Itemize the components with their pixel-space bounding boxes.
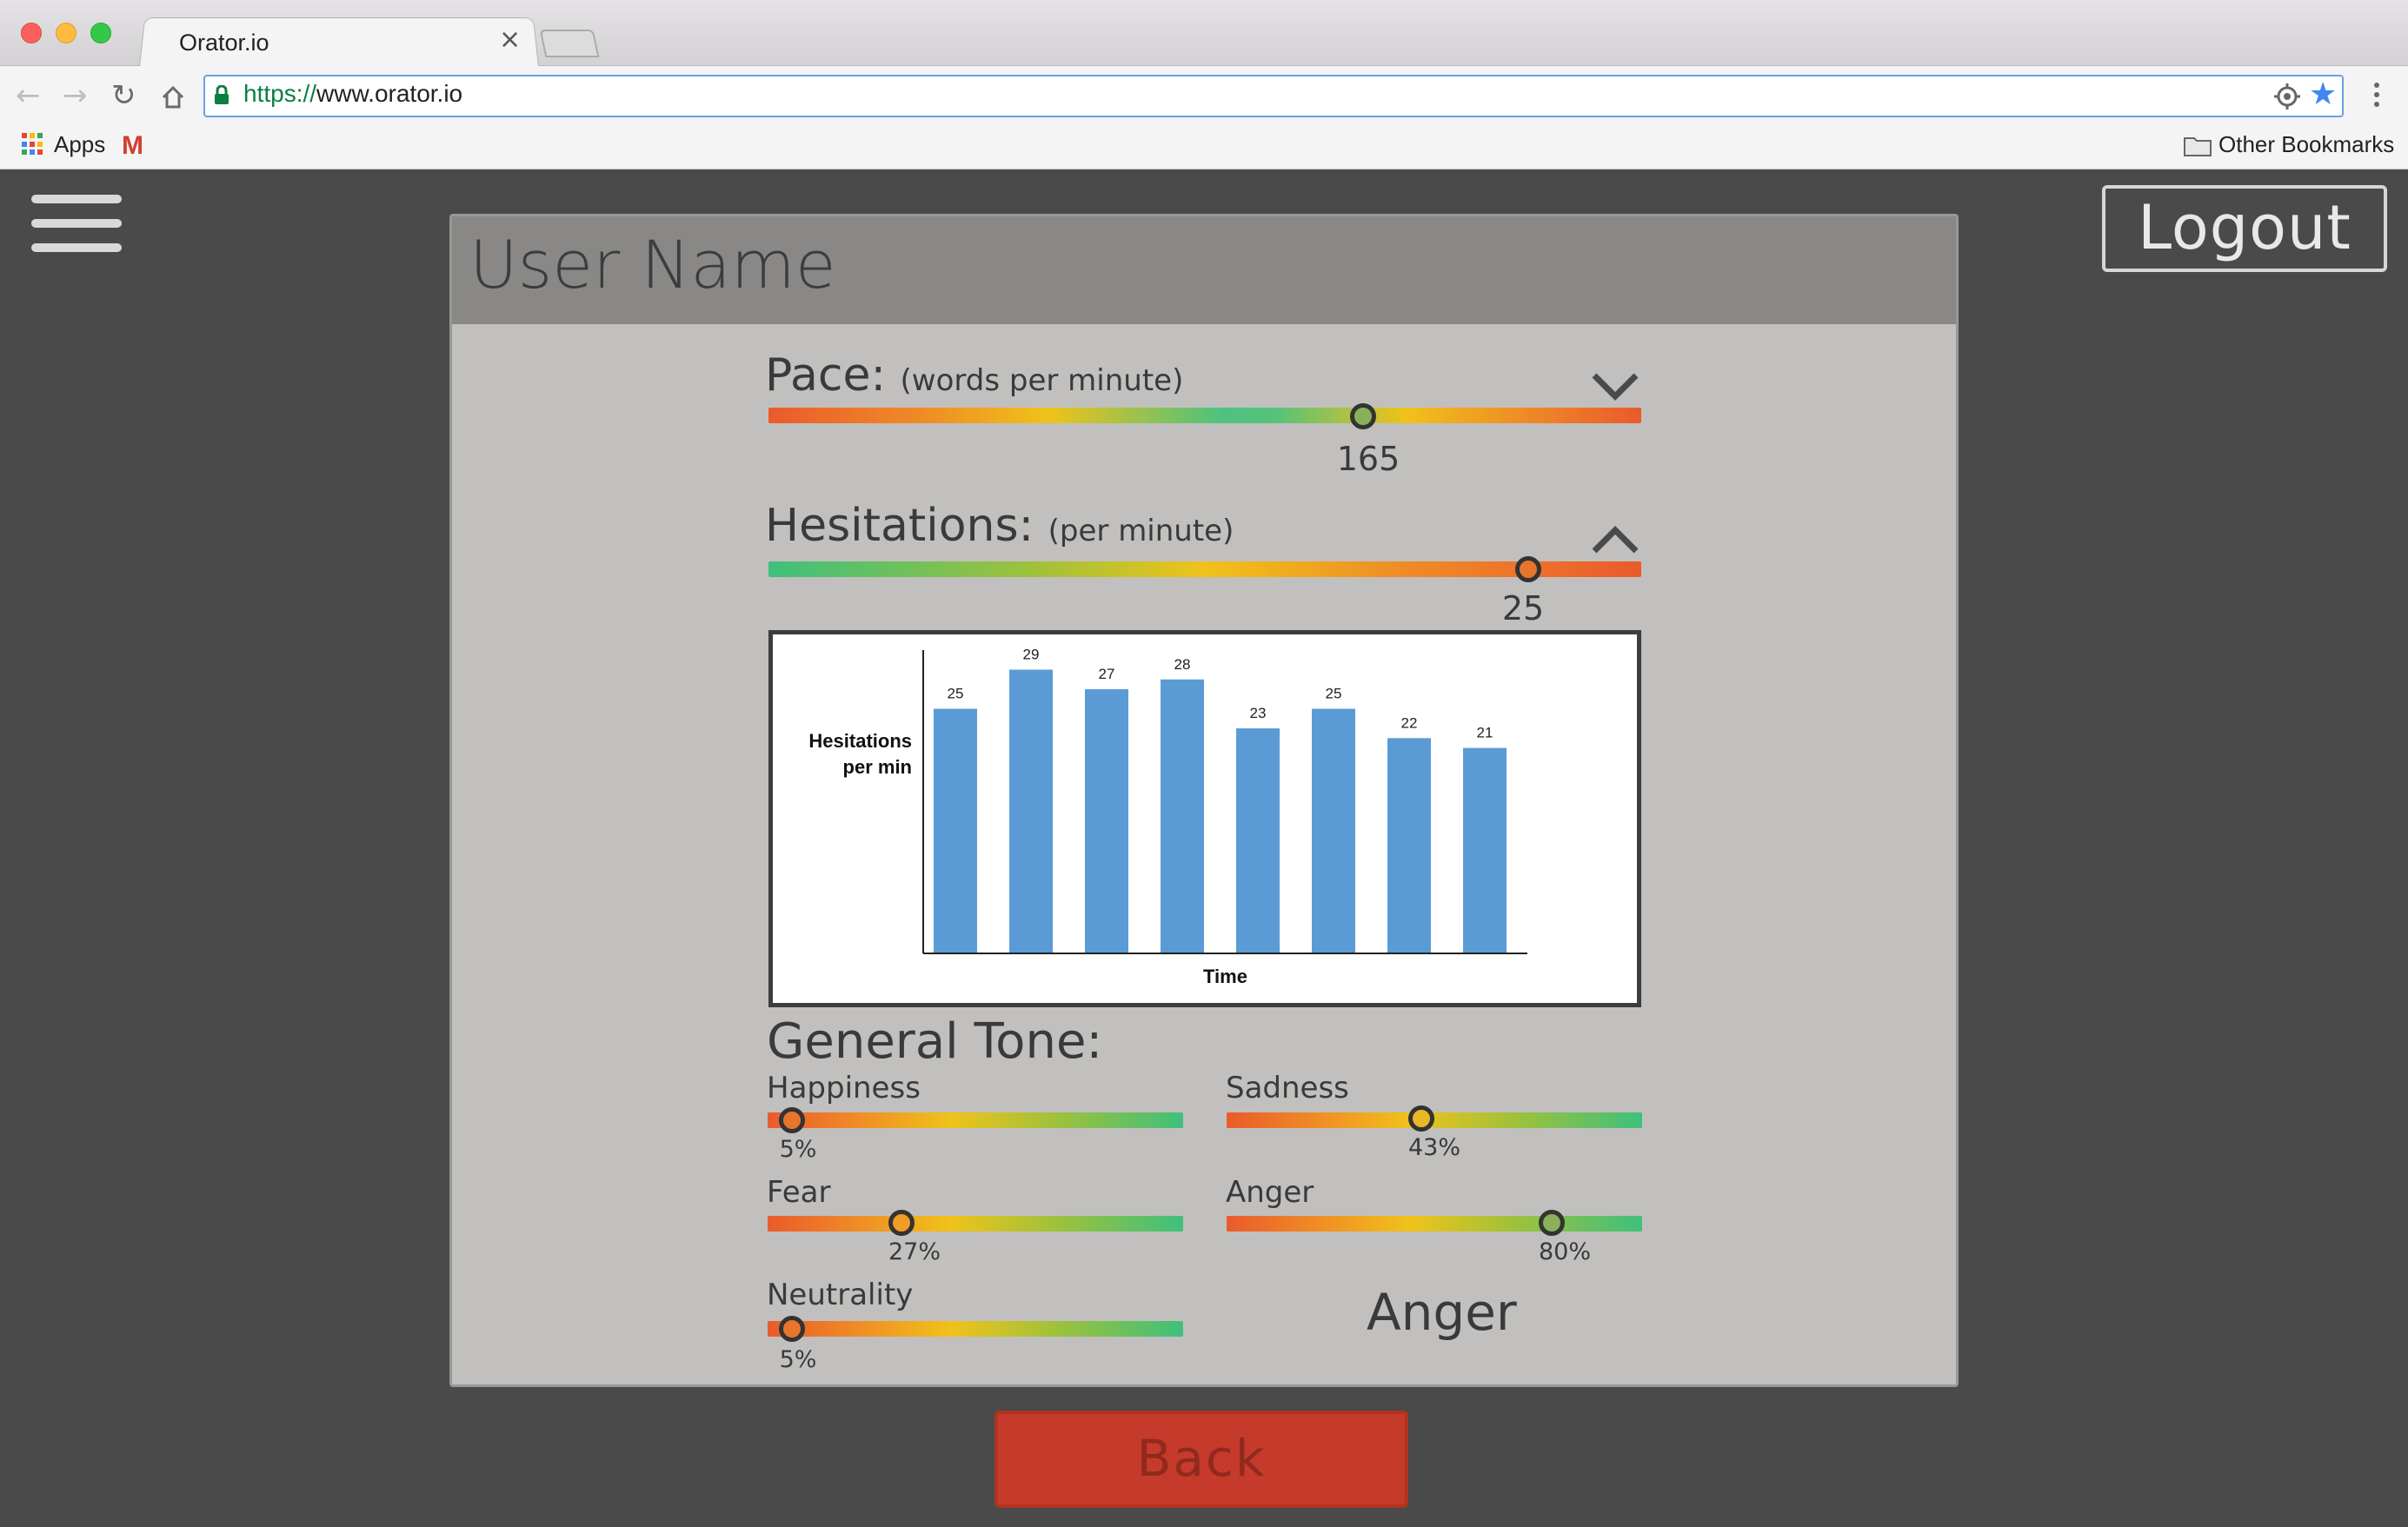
chart-bar bbox=[1236, 728, 1280, 953]
happiness-value: 5% bbox=[779, 1136, 817, 1163]
bar-data-label: 27 bbox=[1099, 666, 1115, 682]
fear-knob[interactable] bbox=[888, 1210, 915, 1236]
user-name-heading: User Name bbox=[469, 226, 836, 303]
chart-bar bbox=[1312, 708, 1355, 953]
fear-value: 27% bbox=[888, 1238, 941, 1265]
happiness-knob[interactable] bbox=[779, 1107, 805, 1133]
general-tone-title: General Tone: bbox=[767, 1013, 1103, 1070]
bar-data-label: 25 bbox=[1326, 686, 1342, 702]
address-bar[interactable] bbox=[203, 75, 2344, 117]
chart-bar bbox=[1009, 669, 1053, 953]
bar-data-label: 21 bbox=[1477, 725, 1493, 741]
hesitations-bar-chart: 25 29 27 28 23 25 22 21 Time Hesitations per min bbox=[808, 647, 1527, 987]
sadness-label: Sadness bbox=[1226, 1071, 1349, 1105]
pace-value: 165 bbox=[1336, 440, 1400, 478]
forward-arrow-icon[interactable]: → bbox=[63, 76, 88, 115]
chart-bar bbox=[1161, 679, 1204, 953]
chevron-down-icon[interactable] bbox=[1591, 372, 1640, 402]
other-bookmarks[interactable]: Other Bookmarks bbox=[2218, 131, 2394, 158]
hesitations-title: Hesitations: (per minute) bbox=[765, 500, 1234, 552]
anger-label: Anger bbox=[1226, 1175, 1314, 1210]
tab-close-icon[interactable]: × bbox=[499, 24, 521, 55]
neutrality-knob[interactable] bbox=[779, 1316, 805, 1342]
happiness-slider[interactable] bbox=[768, 1112, 1183, 1128]
tab-title: Orator.io bbox=[179, 30, 269, 56]
reload-icon[interactable]: ↻ bbox=[111, 76, 136, 115]
chart-bar bbox=[934, 708, 977, 953]
pace-knob[interactable] bbox=[1350, 403, 1376, 429]
neutrality-value: 5% bbox=[779, 1346, 817, 1373]
anger-slider[interactable] bbox=[1227, 1216, 1642, 1232]
location-target-icon[interactable] bbox=[2272, 82, 2302, 111]
minimize-window-button[interactable] bbox=[56, 23, 76, 43]
apps-bookmark[interactable]: Apps bbox=[54, 131, 105, 158]
anger-knob[interactable] bbox=[1539, 1210, 1565, 1236]
bar-data-label: 23 bbox=[1250, 705, 1267, 721]
bar-data-label: 28 bbox=[1174, 656, 1191, 673]
bar-data-label: 22 bbox=[1401, 714, 1418, 731]
anger-value: 80% bbox=[1538, 1238, 1592, 1265]
x-axis-title: Time bbox=[1203, 966, 1247, 987]
chart-bar bbox=[1463, 747, 1507, 953]
url-text[interactable]: https://www.orator.io bbox=[243, 80, 462, 108]
lock-icon bbox=[215, 85, 229, 104]
bar-data-label: 29 bbox=[1023, 647, 1040, 663]
kebab-menu-icon[interactable] bbox=[2368, 78, 2385, 113]
neutrality-label: Neutrality bbox=[767, 1278, 914, 1312]
pace-title: Pace: (words per minute) bbox=[765, 349, 1184, 402]
back-button[interactable]: Back bbox=[994, 1411, 1408, 1508]
maximize-window-button[interactable] bbox=[90, 23, 111, 43]
fear-slider[interactable] bbox=[768, 1216, 1183, 1232]
hesitations-value: 25 bbox=[1501, 589, 1545, 627]
fear-label: Fear bbox=[767, 1175, 831, 1210]
dominant-tone: Anger bbox=[1367, 1283, 1517, 1342]
home-icon[interactable] bbox=[160, 84, 186, 110]
chart-bar bbox=[1085, 689, 1128, 953]
sadness-value: 43% bbox=[1407, 1134, 1461, 1161]
sadness-slider[interactable] bbox=[1227, 1112, 1642, 1128]
star-icon[interactable]: ★ bbox=[2309, 76, 2337, 113]
y-axis-title: per min bbox=[843, 756, 912, 778]
chart-bar bbox=[1387, 738, 1431, 953]
gmail-icon[interactable]: M bbox=[122, 133, 143, 159]
happiness-label: Happiness bbox=[767, 1071, 921, 1105]
hesitations-knob[interactable] bbox=[1515, 556, 1541, 582]
bar-data-label: 25 bbox=[948, 686, 964, 702]
sadness-knob[interactable] bbox=[1408, 1105, 1434, 1132]
apps-grid-icon[interactable] bbox=[21, 132, 45, 156]
chevron-up-icon[interactable] bbox=[1591, 525, 1640, 554]
hesitations-chart: 25 29 27 28 23 25 22 21 Time Hesitations per min bbox=[768, 630, 1641, 1007]
bookmarks-bar bbox=[0, 128, 2408, 169]
logout-button[interactable]: Logout bbox=[2102, 185, 2387, 272]
hesitations-slider[interactable] bbox=[768, 561, 1641, 577]
pace-slider[interactable] bbox=[768, 408, 1641, 423]
neutrality-slider[interactable] bbox=[768, 1321, 1183, 1337]
hamburger-menu-icon[interactable] bbox=[31, 195, 122, 257]
folder-icon bbox=[2184, 137, 2212, 156]
new-tab-button[interactable] bbox=[539, 30, 600, 57]
close-window-button[interactable] bbox=[21, 23, 42, 43]
back-arrow-icon[interactable]: ← bbox=[16, 76, 41, 115]
y-axis-title: Hesitations bbox=[808, 730, 912, 752]
